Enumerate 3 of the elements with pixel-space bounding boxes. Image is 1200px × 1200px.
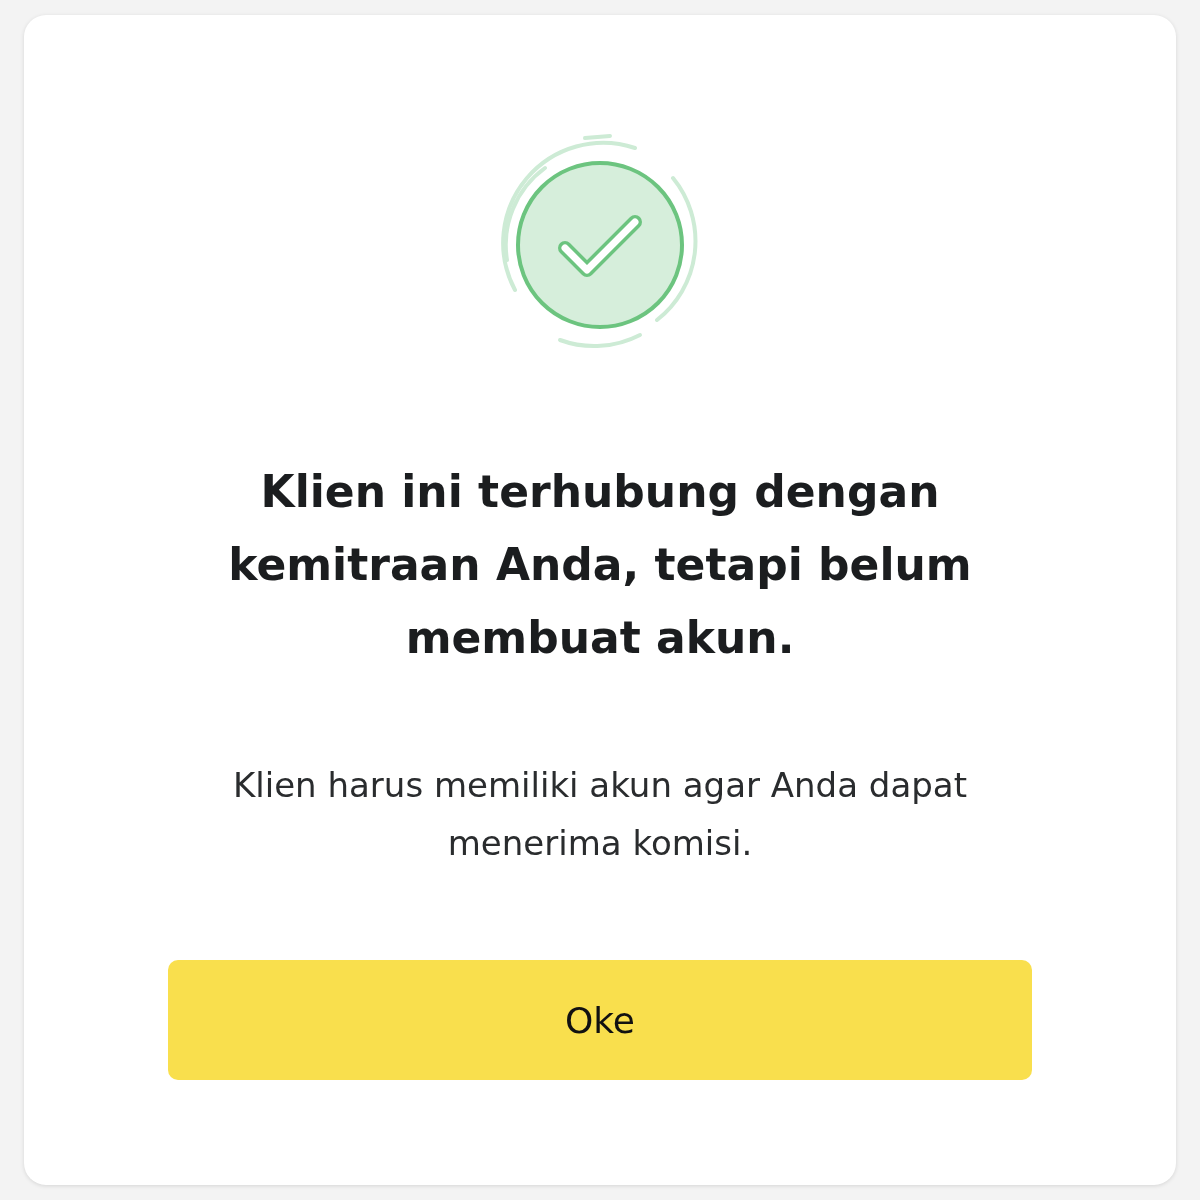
ok-button[interactable]: Oke: [168, 960, 1032, 1080]
dialog-title: Klien ini terhubung dengan kemitraan Anda, tetapi belum membuat akun.: [227, 465, 973, 665]
dialog-message: Klien harus memiliki akun agar Anda dapat menerima komisi.: [232, 764, 968, 865]
